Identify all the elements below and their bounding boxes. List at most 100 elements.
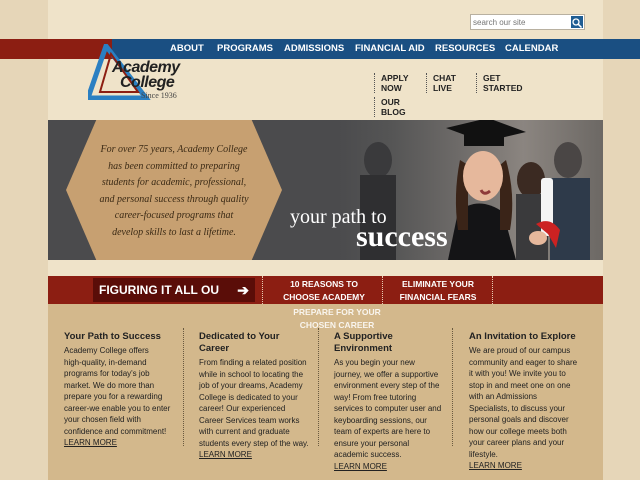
- get-started-link[interactable]: GET STARTED: [476, 73, 523, 93]
- figuring-label: FIGURING IT ALL OU: [99, 283, 219, 297]
- column-title: An Invitation to Explore: [469, 331, 576, 342]
- prepare-career-line-1: PREPARE FOR YOUR: [293, 307, 381, 317]
- column-text-line: services to computer user and: [334, 404, 442, 413]
- arrow-right-icon: ➔: [237, 282, 249, 298]
- search-icon: [572, 18, 583, 29]
- hero-intro-line: students for academic, professional,: [101, 177, 247, 188]
- column-text-line: with an Admissions: [469, 392, 538, 401]
- column-text-line: how our college meets both: [469, 426, 567, 436]
- figuring-it-all-out-link[interactable]: FIGURING IT ALL OU ➔: [93, 278, 255, 302]
- chat-live-line-2: LIVE: [433, 83, 452, 93]
- prepare-career-link[interactable]: PREPARE FOR YOUR CHOSEN CAREER: [289, 306, 385, 332]
- column-text-line: journey, we offer a supportive: [334, 369, 439, 379]
- nav-resources[interactable]: RESOURCES: [435, 39, 495, 59]
- column-text-line: Specialists, to discuss your: [469, 403, 566, 413]
- column-text-line: stop in and meet one on one: [469, 380, 571, 390]
- column-text-line: career-we enable you to enter: [64, 403, 171, 413]
- column-text-line: personal goals and discover: [469, 415, 569, 424]
- logo-since: Since 1936: [141, 91, 177, 100]
- apply-now-line-1: APPLY: [381, 73, 409, 83]
- hero-tagline-success: success: [356, 220, 448, 253]
- column-text-line: programs for today's job: [64, 369, 150, 378]
- column-text-line: environment every step of the: [334, 381, 440, 390]
- divider: [492, 276, 493, 304]
- ten-reasons-line-1: 10 REASONS TO: [290, 279, 358, 289]
- column-text-line: high-quality, in-demand: [64, 357, 147, 367]
- column-text-line: keyboarding sessions, our: [334, 415, 427, 425]
- column-text-line: College is dedicated to your: [199, 392, 298, 402]
- financial-fears-link[interactable]: ELIMINATE YOUR FINANCIAL FEARS: [388, 278, 488, 304]
- financial-fears-line-1: ELIMINATE YOUR: [402, 279, 474, 289]
- search-box: [470, 14, 585, 30]
- apply-now-link[interactable]: APPLY NOW: [374, 73, 409, 93]
- hero-intro-line: career-focused programs that: [114, 210, 234, 221]
- column-text-line: job of your dreams, Academy: [199, 381, 303, 390]
- ten-reasons-link[interactable]: 10 REASONS TO CHOOSE ACADEMY: [274, 278, 374, 304]
- column-text-line: way! From free tutoring: [334, 392, 417, 402]
- column-text-line: confidence and commitment!: [64, 426, 167, 436]
- column-path-to-success: Your Path to Success Academy College off…: [64, 331, 176, 449]
- our-blog-line-2: BLOG: [381, 107, 406, 117]
- learn-more-link[interactable]: LEARN MORE: [334, 462, 387, 471]
- feature-link-bar: FIGURING IT ALL OU ➔ 10 REASONS TO CHOOS…: [48, 276, 603, 304]
- column-title: A Supportive Environment: [334, 331, 444, 355]
- hero-intro-line: develop skills to last a lifetime.: [112, 226, 236, 238]
- nav-financial-aid[interactable]: FINANCIAL AID: [355, 39, 425, 59]
- nav-calendar[interactable]: CALENDAR: [505, 39, 558, 59]
- column-text-line: with current and graduate: [199, 427, 290, 436]
- get-started-line-2: STARTED: [483, 83, 523, 93]
- hero-banner: For over 75 years, Academy College has b…: [48, 120, 603, 260]
- nav-admissions[interactable]: ADMISSIONS: [284, 39, 344, 59]
- logo-wordmark[interactable]: Academy College: [112, 59, 180, 91]
- apply-now-line-2: NOW: [381, 83, 402, 93]
- column-divider: [183, 328, 184, 446]
- hero-intro-line: and personal success through quality: [99, 193, 249, 205]
- column-text-line: market. We do more than: [64, 380, 155, 390]
- column-text-line: your career plans and your: [469, 438, 565, 447]
- column-title: Dedicated to Your Career: [199, 331, 314, 355]
- logo-line-academy: Academy: [112, 59, 180, 76]
- column-text-line: career! Our experienced: [199, 404, 286, 413]
- column-text-line: academic success.: [334, 450, 402, 459]
- financial-fears-line-2: FINANCIAL FEARS: [399, 292, 477, 302]
- column-title-line-1: Dedicated to Your: [199, 331, 280, 342]
- chat-live-line-1: CHAT: [433, 73, 456, 83]
- column-text-line: lifestyle.: [469, 449, 498, 459]
- chat-live-link[interactable]: CHAT LIVE: [426, 73, 456, 93]
- column-text-line: prepare you for a rewarding: [64, 392, 163, 401]
- column-text-line: it with you! We invite you to: [469, 369, 566, 378]
- column-title: Your Path to Success: [64, 331, 161, 342]
- learn-more-link[interactable]: LEARN MORE: [199, 450, 252, 459]
- column-text-line: Career Services team works: [199, 415, 300, 425]
- our-blog-line-1: OUR: [381, 97, 400, 107]
- column-divider: [318, 328, 319, 446]
- column-text-line: We are proud of our campus: [469, 346, 571, 355]
- search-input[interactable]: [473, 16, 569, 28]
- get-started-line-1: GET: [483, 73, 501, 83]
- column-text-line: As you begin your new: [334, 358, 415, 367]
- column-text-line: while in school to locating the: [199, 369, 304, 379]
- column-text-line: community and eager to share: [469, 357, 578, 367]
- column-divider: [452, 328, 453, 446]
- divider: [262, 276, 263, 304]
- column-text-line: ensure your personal: [334, 438, 410, 448]
- our-blog-link[interactable]: OUR BLOG: [374, 97, 406, 117]
- column-title-line-2: Career: [199, 343, 230, 354]
- search-button[interactable]: [571, 16, 583, 29]
- hero-intro-line: For over 75 years, Academy College: [100, 144, 248, 155]
- hero-intro-text: For over 75 years, Academy College has b…: [86, 142, 262, 241]
- column-text-line: Academy College offers: [64, 346, 149, 355]
- logo-line-college: College: [120, 74, 175, 91]
- nav-programs[interactable]: PROGRAMS: [217, 39, 273, 59]
- column-invitation-explore: An Invitation to Explore We are proud of…: [469, 331, 589, 472]
- learn-more-link[interactable]: LEARN MORE: [64, 438, 117, 447]
- column-text-line: students every step of the way.: [199, 438, 309, 448]
- column-dedicated-career: Dedicated to Your Career From finding a r…: [199, 331, 314, 461]
- column-text-line: your chosen field with: [64, 415, 141, 424]
- column-title-line-2: Environment: [334, 343, 393, 354]
- learn-more-link[interactable]: LEARN MORE: [469, 461, 522, 470]
- divider: [382, 276, 383, 304]
- hero-intro-line: has been committed to preparing: [108, 160, 240, 172]
- column-text-line: team of experts are here to: [334, 427, 431, 436]
- column-title-line-1: A Supportive: [334, 331, 393, 342]
